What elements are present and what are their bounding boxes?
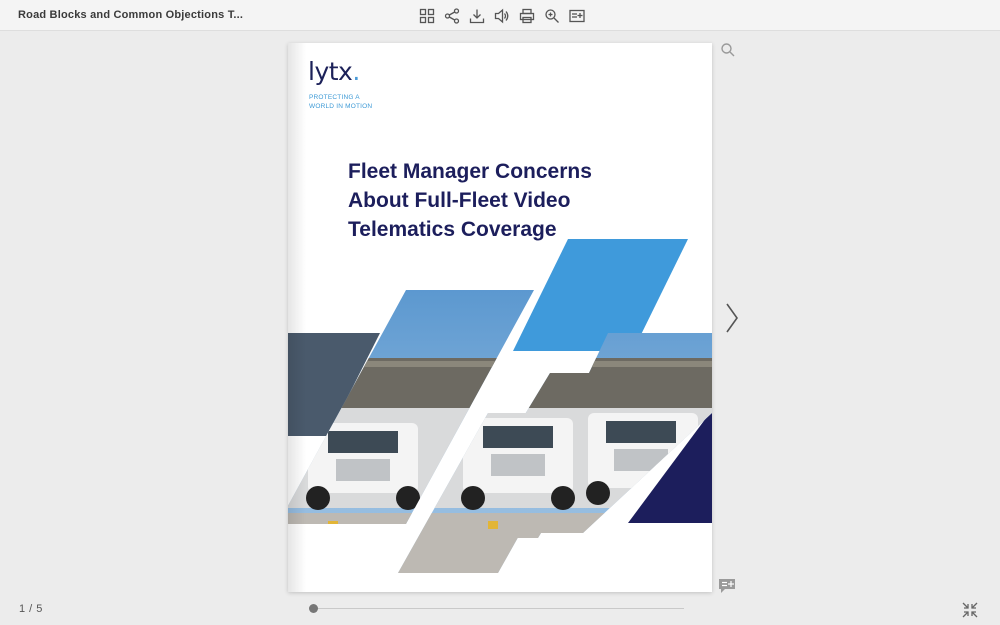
page-slider-track[interactable]	[312, 608, 684, 609]
top-toolbar: Road Blocks and Common Objections T...	[0, 0, 1000, 31]
document-headline: Fleet Manager Concerns About Full-Fleet …	[348, 157, 668, 244]
page-slider-thumb[interactable]	[309, 604, 318, 613]
next-page-button[interactable]	[723, 300, 741, 336]
download-icon	[469, 9, 484, 24]
add-comment-button[interactable]	[718, 578, 736, 594]
tagline-line-1: PROTECTING A	[309, 94, 360, 101]
zoom-in-icon	[544, 9, 559, 23]
tagline-line-2: WORLD IN MOTION	[309, 103, 373, 110]
notes-icon	[568, 9, 585, 23]
logo-text: lytx	[308, 57, 353, 86]
cover-artwork	[288, 239, 712, 573]
download-button[interactable]	[466, 6, 487, 26]
toolbar-icons	[416, 6, 587, 26]
collapse-icon	[962, 602, 978, 618]
page-fold-shadow	[288, 43, 306, 592]
headline-line-2: About Full-Fleet Video	[348, 189, 571, 212]
headline-line-1: Fleet Manager Concerns	[348, 160, 592, 183]
share-icon	[444, 8, 459, 24]
lytx-logo: lytx.	[308, 57, 360, 86]
thumbnails-button[interactable]	[416, 6, 437, 26]
exit-fullscreen-button[interactable]	[962, 602, 978, 618]
chevron-right-icon	[726, 303, 738, 333]
page-indicator: 1 / 5	[19, 603, 43, 615]
share-button[interactable]	[441, 6, 462, 26]
print-button[interactable]	[516, 6, 537, 26]
truck-photo	[288, 290, 712, 573]
grid-icon	[419, 8, 434, 24]
print-icon	[519, 8, 534, 24]
document-title: Road Blocks and Common Objections T...	[18, 9, 244, 21]
search-icon	[721, 43, 735, 57]
zoom-button[interactable]	[541, 6, 562, 26]
sound-button[interactable]	[491, 6, 512, 26]
comment-add-icon	[719, 579, 735, 593]
logo-tagline: PROTECTING A WORLD IN MOTION	[309, 93, 372, 111]
speaker-icon	[494, 8, 508, 24]
logo-dot: .	[352, 57, 360, 86]
document-page: lytx. PROTECTING A WORLD IN MOTION Fleet…	[288, 43, 712, 592]
notes-button[interactable]	[566, 6, 587, 26]
search-button[interactable]	[720, 42, 736, 58]
